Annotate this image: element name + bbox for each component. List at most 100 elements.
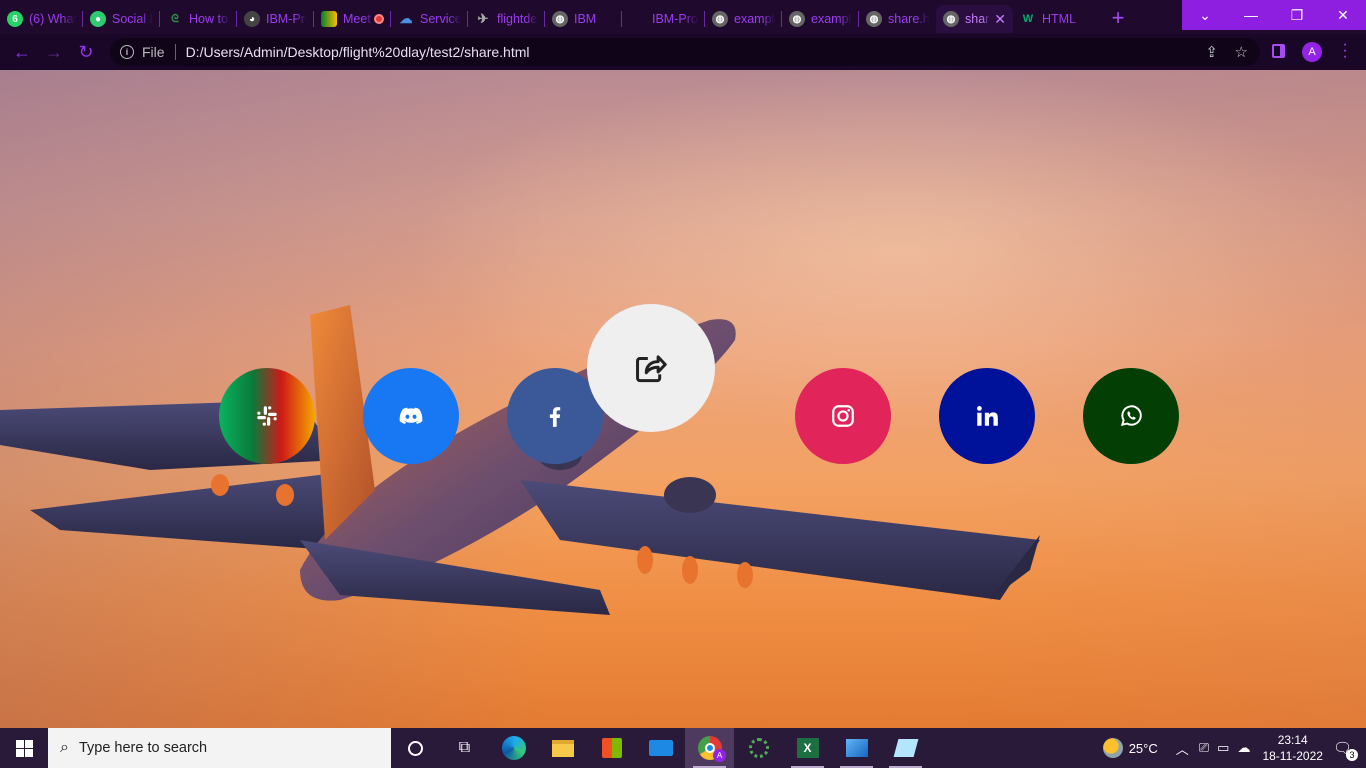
social-share-buttons	[0, 70, 1366, 728]
tab-title: How to	[189, 12, 228, 26]
whatsapp-button[interactable]	[1083, 368, 1179, 464]
linkedin-icon	[977, 406, 998, 426]
notes-app[interactable]	[881, 728, 930, 768]
chrome-profile-badge: A	[713, 749, 726, 762]
tab-services[interactable]: ☁ Services	[391, 5, 468, 33]
start-button[interactable]	[0, 728, 48, 768]
instagram-button[interactable]	[795, 368, 891, 464]
window-controls: ⌄ — ❐ ✕	[1182, 0, 1366, 30]
tab-title: Social Icons	[112, 12, 153, 26]
weather-temp[interactable]: 25°C	[1129, 741, 1158, 756]
globe-icon: ◍	[866, 11, 882, 27]
loading-app[interactable]	[734, 728, 783, 768]
tab-title: share.html	[888, 12, 929, 26]
site-info-icon[interactable]: i	[120, 45, 134, 59]
tab-title: flightdelay	[497, 12, 538, 26]
flight-icon: ✈	[477, 11, 489, 26]
tab-meet[interactable]: Meet	[314, 5, 391, 33]
minimize-button[interactable]: —	[1228, 0, 1274, 30]
tab-example-1[interactable]: ◍ example	[705, 5, 782, 33]
tab-ibm-project[interactable]: IBM-Project	[622, 5, 705, 33]
edge-app[interactable]	[489, 728, 538, 768]
facebook-icon	[549, 407, 561, 427]
taskbar-search-box[interactable]: ⌕ Type here to search	[48, 728, 391, 768]
reload-button[interactable]: ↻	[70, 36, 102, 68]
back-button[interactable]: ←	[6, 36, 38, 68]
cortana-circle-icon	[408, 740, 423, 756]
forward-button[interactable]: →	[38, 36, 70, 68]
globe-icon: ◍	[712, 11, 728, 27]
recording-icon	[374, 14, 384, 24]
geeksforgeeks-icon: ᘓ	[171, 12, 179, 25]
tab-title: example	[734, 12, 775, 26]
task-view-button[interactable]: ⧉	[440, 728, 489, 768]
tab-example-2[interactable]: ◍ example	[782, 5, 859, 33]
store-app[interactable]	[587, 728, 636, 768]
weather-icon[interactable]	[1102, 738, 1123, 758]
ibm-cloud-icon: ☁	[399, 11, 413, 26]
tab-share-html-1[interactable]: ◍ share.html	[859, 5, 936, 33]
tab-flightdelay[interactable]: ✈ flightdelay	[468, 5, 545, 33]
file-explorer-app[interactable]	[538, 728, 587, 768]
clock[interactable]: 23:14 18-11-2022	[1262, 732, 1323, 764]
share-page-icon[interactable]: ⇪	[1205, 43, 1218, 61]
meet-now-icon[interactable]: ⎚	[1199, 740, 1209, 756]
windows-taskbar: ⌕ Type here to search ⧉ A X 25°C ︿ ⎚ ▭ ☁…	[0, 728, 1366, 768]
excel-icon: X	[796, 738, 819, 758]
excel-app[interactable]: X	[783, 728, 832, 768]
w3schools-icon: W	[1022, 13, 1034, 25]
whatsapp-icon	[1120, 405, 1142, 426]
bookmark-star-icon[interactable]: ☆	[1235, 43, 1248, 61]
browser-menu-icon[interactable]: · · ·	[1340, 37, 1350, 65]
globe-icon: ◍	[943, 11, 959, 27]
tab-title: example	[811, 12, 852, 26]
profile-avatar[interactable]: A	[1302, 42, 1322, 62]
tab-title: (6) WhatsApp	[29, 12, 76, 26]
tab-share-html-active[interactable]: ◍ share.html ✕	[936, 5, 1013, 33]
notification-center-icon[interactable]: 🗨 3	[1333, 739, 1358, 761]
folder-icon	[551, 739, 574, 757]
battery-icon[interactable]: ▭	[1217, 740, 1229, 756]
tab-ibm-project-github[interactable]: ◕ IBM-Project	[237, 5, 314, 33]
close-tab-icon[interactable]: ✕	[994, 11, 1006, 28]
tab-social-icons[interactable]: ● Social Icons	[83, 5, 160, 33]
share-toggle-button[interactable]	[587, 304, 715, 432]
cortana-button[interactable]	[391, 728, 440, 768]
clock-time: 23:14	[1277, 733, 1308, 747]
close-window-button[interactable]: ✕	[1320, 0, 1366, 30]
notes-icon	[893, 739, 918, 757]
tab-html-w3schools[interactable]: W HTML	[1013, 5, 1090, 33]
discord-button[interactable]	[363, 368, 459, 464]
show-hidden-icons-chevron-icon[interactable]: ︿	[1176, 739, 1189, 758]
slack-button[interactable]	[219, 368, 315, 464]
store-icon	[601, 738, 622, 758]
photos-app[interactable]	[832, 728, 881, 768]
address-bar[interactable]: i File D:/Users/Admin/Desktop/flight%20d…	[110, 38, 1260, 66]
clock-date: 18-11-2022	[1262, 749, 1323, 763]
side-panel-icon[interactable]	[1272, 44, 1285, 58]
browser-toolbar: ← → ↻ i File D:/Users/Admin/Desktop/flig…	[0, 34, 1366, 70]
share-icon	[636, 355, 667, 383]
google-meet-icon	[321, 11, 337, 27]
scheme-label: File	[142, 44, 165, 60]
network-icon[interactable]: ☁	[1237, 740, 1250, 756]
linkedin-button[interactable]	[939, 368, 1035, 464]
codepen-icon: ●	[90, 11, 106, 27]
mail-app[interactable]	[636, 728, 685, 768]
tab-whatsapp[interactable]: 6 (6) WhatsApp	[0, 5, 83, 33]
tab-ibm[interactable]: ◍ IBM	[545, 5, 622, 33]
system-tray: 25°C ︿ ⎚ ▭ ☁ 23:14 18-11-2022 🗨 3	[1102, 728, 1366, 768]
notification-count: 3	[1346, 749, 1358, 761]
url-text[interactable]: D:/Users/Admin/Desktop/flight%20dlay/tes…	[186, 44, 530, 60]
whatsapp-icon: 6	[7, 11, 23, 27]
new-tab-button[interactable]: +	[1106, 4, 1130, 32]
photos-icon	[845, 739, 868, 757]
tab-search-chevron-icon[interactable]: ⌄	[1182, 0, 1228, 30]
chrome-app[interactable]: A	[685, 728, 734, 768]
tab-how-to[interactable]: ᘓ How to	[160, 5, 237, 33]
instagram-icon	[832, 405, 854, 427]
search-placeholder: Type here to search	[78, 740, 208, 756]
restore-button[interactable]: ❐	[1274, 0, 1320, 30]
page-background	[0, 70, 1366, 728]
divider	[174, 44, 176, 60]
